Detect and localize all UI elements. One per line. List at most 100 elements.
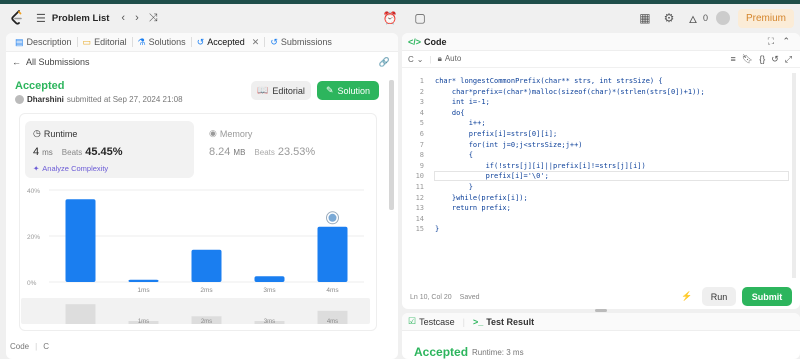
- chart-bar: [128, 279, 159, 282]
- result-runtime: Runtime: 3 ms: [472, 348, 524, 357]
- expand-icon[interactable]: ⛶: [768, 36, 774, 47]
- memory-chip-icon: ◉: [209, 128, 217, 138]
- result-status: Accepted: [414, 345, 469, 359]
- history-icon: ↺: [196, 36, 205, 47]
- username[interactable]: Dharshini: [27, 95, 64, 104]
- code-line: char*prefix=(char*)malloc(sizeof(char)*(…: [435, 87, 705, 96]
- editor-scrollbar[interactable]: [792, 73, 796, 278]
- prev-problem-icon[interactable]: ‹: [121, 12, 125, 24]
- console-panel: ☑ Testcase | >_ Test Result Accepted Run…: [402, 313, 800, 359]
- checkbox-icon: ☑: [408, 316, 417, 326]
- streak-fire-icon[interactable]: 🜂: [685, 10, 701, 26]
- tab-test-result[interactable]: >_ Test Result: [473, 317, 534, 327]
- tab-description[interactable]: ▤ Description: [10, 33, 77, 52]
- tab-accepted[interactable]: ↺ Accepted ✕: [192, 33, 265, 52]
- line-number: 9: [419, 161, 424, 170]
- submit-button[interactable]: Submit: [742, 287, 792, 306]
- lock-icon: 🔒︎: [437, 54, 442, 63]
- user-marker-dot: [328, 213, 337, 222]
- shuffle-icon[interactable]: ⤨: [149, 12, 158, 25]
- memory-value: 8.24 MB Beats 23.53%: [209, 146, 316, 158]
- description-icon: ▤: [15, 36, 24, 47]
- leetcode-logo-icon[interactable]: [10, 10, 24, 26]
- panel-resize-handle[interactable]: [595, 309, 607, 312]
- timer-icon[interactable]: ⏰: [382, 10, 398, 26]
- auto-mode-toggle[interactable]: 🔒︎ Auto: [438, 54, 462, 64]
- code-line: {: [435, 151, 473, 160]
- navigator-label: 2ms: [201, 319, 212, 325]
- code-line: }: [435, 225, 440, 234]
- y-tick-label: 20%: [27, 234, 40, 241]
- chart-bar: [254, 276, 285, 282]
- list-icon[interactable]: ☰: [36, 12, 46, 25]
- memory-label[interactable]: ◉ Memory: [209, 128, 252, 139]
- code-line: for(int j=0;j<strsSize;j++): [435, 140, 583, 149]
- submission-status: Accepted: [15, 80, 65, 92]
- line-number: 11: [415, 183, 424, 191]
- editorial-button[interactable]: 📖 Editorial: [251, 81, 311, 100]
- back-to-submissions[interactable]: ← All Submissions: [12, 57, 90, 67]
- close-tab-icon[interactable]: ✕: [252, 37, 260, 48]
- history-icon: ↺: [270, 36, 278, 47]
- book-icon: 📖: [257, 85, 269, 95]
- code-header: </> Code ⛶ ⌃: [402, 33, 800, 51]
- tab-editorial[interactable]: ▭ Editorial: [78, 33, 132, 52]
- tab-solutions[interactable]: ⚗ Solutions: [133, 33, 191, 52]
- navigator-label: 1ms: [138, 319, 149, 325]
- fullscreen-icon[interactable]: ⤢: [785, 54, 792, 65]
- analyze-complexity-link[interactable]: ✦ Analyze Complexity: [33, 164, 108, 173]
- bolt-icon[interactable]: ⚡: [681, 291, 692, 302]
- chart-bar: [65, 199, 96, 282]
- code-line: prefix[i]='\0';: [435, 172, 549, 181]
- problem-list-link[interactable]: Problem List: [52, 13, 110, 24]
- premium-button[interactable]: Premium: [737, 8, 794, 28]
- sparkle-icon: ✦: [33, 164, 40, 173]
- code-brackets-icon: </>: [408, 36, 422, 47]
- chevron-up-icon[interactable]: ⌃: [782, 36, 790, 47]
- line-number: 3: [419, 98, 424, 107]
- run-button[interactable]: Run: [702, 287, 736, 306]
- top-navbar: ☰ Problem List ‹ › ⤨ ⏰ ▢ ▦ ⚙ 🜂 0 Premium: [0, 4, 800, 32]
- settings-gear-icon[interactable]: ⚙: [661, 10, 677, 26]
- submission-meta: Dharshini submitted at Sep 27, 2024 21:0…: [15, 95, 183, 104]
- layout-grid-icon[interactable]: ▦: [637, 10, 653, 26]
- format-icon[interactable]: ≡: [731, 54, 736, 65]
- line-number: 13: [415, 204, 424, 213]
- x-tick-label: 4ms: [326, 287, 339, 294]
- book-icon: ▭: [82, 36, 92, 47]
- bookmark-icon[interactable]: 🔖︎: [742, 54, 753, 65]
- toolbar-divider: |: [429, 54, 432, 64]
- notes-icon[interactable]: ▢: [412, 10, 428, 26]
- navigator-label: 3ms: [264, 319, 275, 325]
- line-number: 6: [419, 130, 424, 138]
- console-tabs: ☑ Testcase | >_ Test Result: [402, 313, 800, 331]
- x-tick-label: 1ms: [137, 287, 150, 294]
- line-number: 15: [415, 225, 424, 234]
- user-avatar[interactable]: [715, 11, 730, 25]
- tab-submissions[interactable]: ↺ Submissions: [265, 33, 337, 52]
- next-problem-icon[interactable]: ›: [135, 12, 139, 24]
- solution-button[interactable]: ✎ Solution: [317, 81, 379, 100]
- runtime-distribution-chart[interactable]: 40% 20% 0% 1ms 2ms 3ms 4ms 1ms 2ms 3ms 4ms: [19, 180, 377, 328]
- tab-testcase[interactable]: ☑ Testcase: [408, 316, 455, 327]
- left-tab-bar: ▤ Description ▭ Editorial ⚗ Solutions ↺ …: [6, 33, 398, 52]
- code-line: int i=-1;: [435, 98, 490, 107]
- streak-count: 0: [702, 13, 708, 23]
- code-line: }while(prefix[i]);: [435, 193, 528, 202]
- tab-divider: |: [462, 316, 465, 327]
- left-scrollbar[interactable]: [389, 80, 394, 210]
- link-icon[interactable]: 🔗: [379, 57, 390, 68]
- chart-bar: [317, 226, 348, 282]
- language-select[interactable]: C ⌄: [408, 55, 423, 64]
- reset-icon[interactable]: ↺: [771, 54, 779, 65]
- x-tick-label: 2ms: [200, 287, 213, 294]
- braces-icon[interactable]: {}: [759, 54, 765, 65]
- clock-icon: ◷: [33, 128, 41, 138]
- line-number: 14: [415, 214, 424, 223]
- chevron-down-icon: ⌄: [416, 54, 424, 64]
- line-number: 7: [419, 140, 424, 149]
- code-editor[interactable]: 1 char* longestCommonPrefix(char** strs, …: [402, 73, 800, 283]
- arrow-left-icon: ←: [12, 57, 21, 67]
- code-line: i++;: [435, 119, 486, 128]
- editor-status: Ln 10, Col 20 Saved: [410, 294, 480, 301]
